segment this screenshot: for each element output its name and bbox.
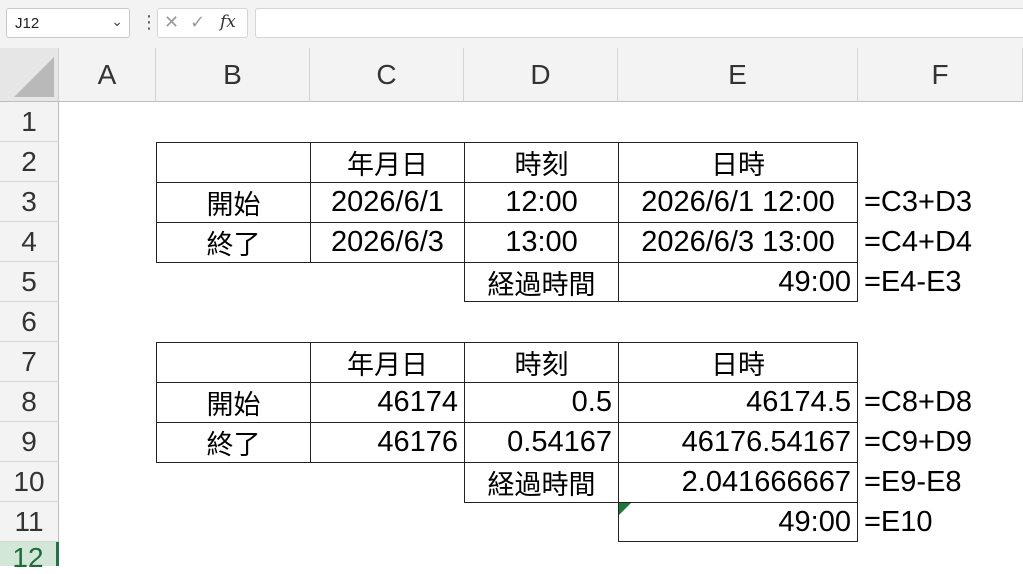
cell-D8[interactable]: 0.5: [464, 382, 619, 423]
cell-F9[interactable]: =C9+D9: [858, 422, 1023, 462]
more-options-icon[interactable]: ⋮: [140, 10, 158, 34]
cell-D2[interactable]: 時刻: [464, 142, 619, 183]
cell-B3[interactable]: 開始: [156, 182, 311, 223]
cell-F10[interactable]: =E9-E8: [858, 462, 1023, 502]
cell-D9[interactable]: 0.54167: [464, 422, 619, 463]
row-header-9[interactable]: 9: [0, 422, 59, 462]
cell-E11[interactable]: 49:00: [618, 502, 858, 542]
cell-F4[interactable]: =C4+D4: [858, 222, 1023, 262]
cell-F11[interactable]: =E10: [858, 502, 1023, 542]
insert-function-icon[interactable]: fx: [220, 12, 236, 32]
column-header-f[interactable]: F: [858, 48, 1023, 102]
chevron-down-icon[interactable]: ⌄: [111, 13, 123, 30]
cell-C8[interactable]: 46174: [310, 382, 465, 423]
row-header-3[interactable]: 3: [0, 182, 59, 222]
row-header-10[interactable]: 10: [0, 462, 59, 502]
cell-D3[interactable]: 12:00: [464, 182, 619, 223]
cell-B2[interactable]: [156, 142, 311, 183]
cell-F8[interactable]: =C8+D8: [858, 382, 1023, 422]
cell-F5[interactable]: =E4-E3: [858, 262, 1023, 302]
select-all-button[interactable]: [0, 48, 59, 102]
row-header-1[interactable]: 1: [0, 102, 59, 142]
cell-B8[interactable]: 開始: [156, 382, 311, 423]
row-header-2[interactable]: 2: [0, 142, 59, 182]
name-box-value: J12: [15, 15, 40, 32]
cell-C2[interactable]: 年月日: [310, 142, 465, 183]
error-indicator-icon[interactable]: [619, 503, 631, 515]
column-header-d[interactable]: D: [464, 48, 618, 102]
cell-B9[interactable]: 終了: [156, 422, 311, 463]
cell-E3[interactable]: 2026/6/1 12:00: [618, 182, 858, 223]
row-header-12[interactable]: 12: [0, 542, 59, 573]
column-header-c[interactable]: C: [310, 48, 464, 102]
cell-C9[interactable]: 46176: [310, 422, 465, 463]
cell-B4[interactable]: 終了: [156, 222, 311, 263]
row-header-8[interactable]: 8: [0, 382, 59, 422]
formula-buttons: ✕ ✓ fx: [157, 8, 248, 38]
cell-E5[interactable]: 49:00: [618, 262, 858, 302]
cell-E10[interactable]: 2.041666667: [618, 462, 858, 503]
cell-E4[interactable]: 2026/6/3 13:00: [618, 222, 858, 263]
cell-C4[interactable]: 2026/6/3: [310, 222, 465, 263]
cell-D10[interactable]: 経過時間: [464, 462, 619, 503]
column-header-a[interactable]: A: [59, 48, 156, 102]
column-header-e[interactable]: E: [618, 48, 858, 102]
cell-D5[interactable]: 経過時間: [464, 262, 619, 302]
cell-C3[interactable]: 2026/6/1: [310, 182, 465, 223]
enter-check-icon[interactable]: ✓: [190, 12, 205, 33]
cell-E7[interactable]: 日時: [618, 342, 858, 383]
cell-B7[interactable]: [156, 342, 311, 383]
cancel-icon[interactable]: ✕: [164, 12, 179, 33]
cell-D7[interactable]: 時刻: [464, 342, 619, 383]
cell-D4[interactable]: 13:00: [464, 222, 619, 263]
formula-bar-area: J12 ⌄ ⋮ ✕ ✓ fx: [0, 0, 1023, 48]
row-header-7[interactable]: 7: [0, 342, 59, 382]
cell-E2[interactable]: 日時: [618, 142, 858, 183]
cell-E9[interactable]: 46176.54167: [618, 422, 858, 463]
column-header-b[interactable]: B: [156, 48, 310, 102]
cell-C7[interactable]: 年月日: [310, 342, 465, 383]
cell-E8[interactable]: 46174.5: [618, 382, 858, 423]
worksheet-grid[interactable]: 年月日 時刻 日時 開始 2026/6/1 12:00 2026/6/1 12:…: [59, 102, 1023, 566]
row-header-4[interactable]: 4: [0, 222, 59, 262]
cell-F3[interactable]: =C3+D3: [858, 182, 1023, 222]
row-header-5[interactable]: 5: [0, 262, 59, 302]
row-header-6[interactable]: 6: [0, 302, 59, 342]
cell-E11-value: 49:00: [778, 505, 851, 538]
name-box[interactable]: J12 ⌄: [6, 8, 130, 38]
row-header-11[interactable]: 11: [0, 502, 59, 542]
formula-input[interactable]: [255, 8, 1023, 38]
